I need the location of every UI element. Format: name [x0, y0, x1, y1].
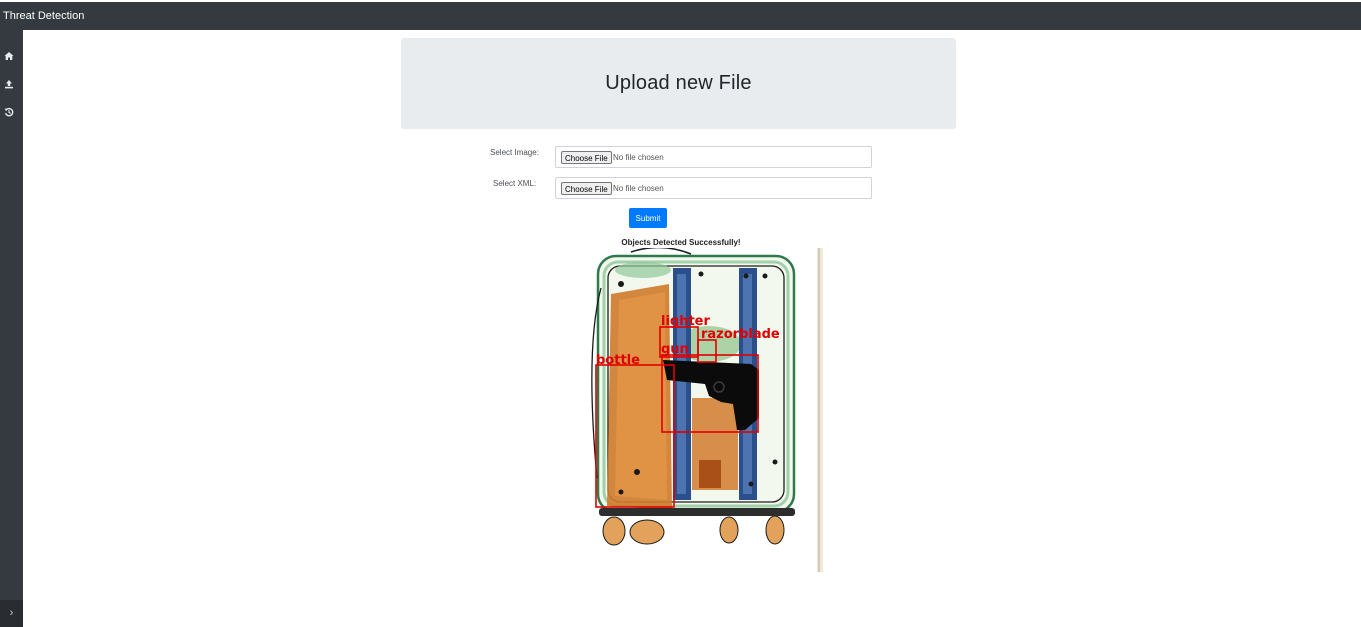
page-title: Upload new File — [605, 72, 752, 94]
choose-image-button[interactable]: Choose File — [561, 151, 612, 164]
xml-file-status: No file chosen — [613, 184, 664, 193]
select-image-label: Select Image: — [490, 148, 539, 157]
xml-file-input[interactable]: Choose File No file chosen — [555, 177, 872, 199]
choose-xml-button[interactable]: Choose File — [561, 182, 612, 195]
submit-button[interactable]: Submit — [629, 208, 667, 228]
image-file-input[interactable]: Choose File No file chosen — [555, 146, 872, 168]
image-file-status: No file chosen — [613, 153, 664, 162]
select-xml-label: Select XML: — [493, 179, 537, 188]
history-icon[interactable] — [4, 107, 14, 117]
luggage-scan — [591, 248, 796, 546]
upload-icon[interactable] — [4, 79, 14, 89]
image-edge-strip — [817, 248, 823, 572]
result-message: Objects Detected Successfully! — [621, 238, 741, 247]
top-navbar: Threat Detection — [0, 2, 1361, 30]
sidebar: › — [0, 30, 23, 627]
upload-header: Upload new File — [401, 38, 956, 129]
bottle-detection-label: bottle — [596, 353, 640, 368]
sidebar-toggle-button[interactable]: › — [0, 600, 23, 627]
gun-detection-label: gun — [661, 342, 689, 357]
razorblade-detection-label: razorblade — [701, 327, 780, 342]
app-title[interactable]: Threat Detection — [3, 10, 84, 22]
xray-result-image: lighter razorblade gun bottle — [541, 248, 824, 572]
home-icon[interactable] — [4, 51, 14, 61]
